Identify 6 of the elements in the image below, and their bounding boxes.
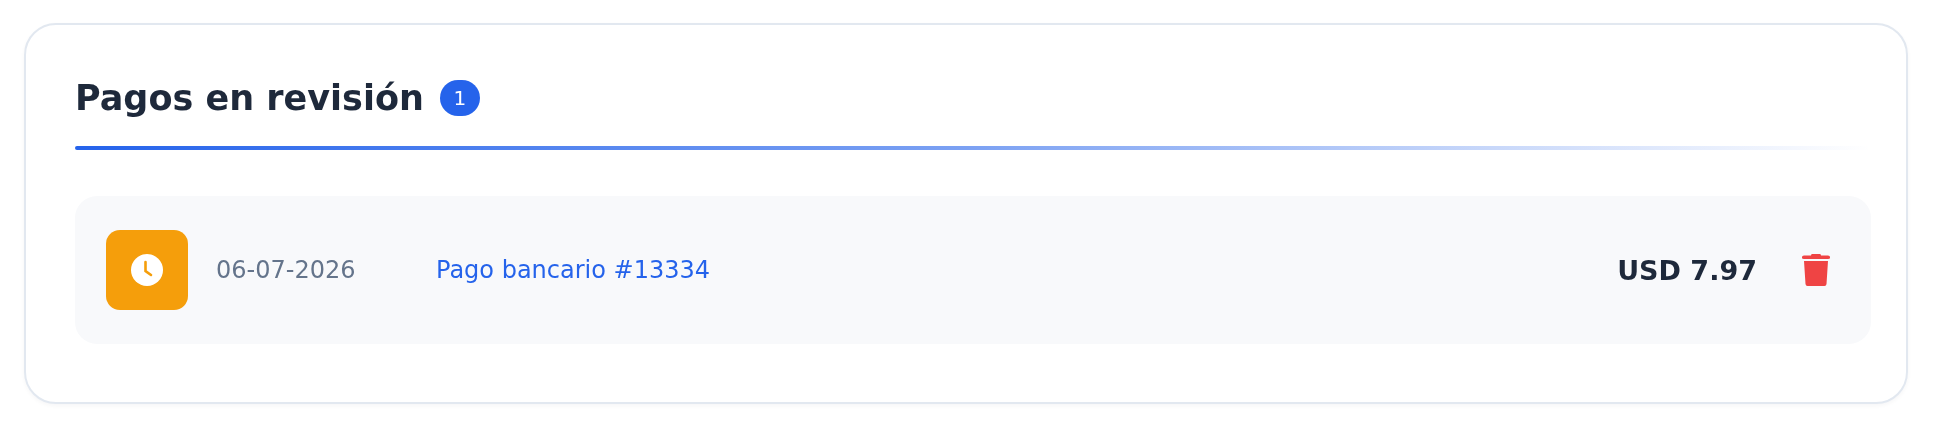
section-title: Pagos en revisión	[75, 78, 424, 118]
payment-amount: USD 7.97	[1617, 254, 1757, 286]
payment-date: 06-07-2026	[216, 256, 357, 284]
trash-icon[interactable]	[1801, 253, 1831, 287]
count-badge: 1	[439, 80, 480, 116]
payment-link[interactable]: Pago bancario #13334	[436, 256, 710, 284]
